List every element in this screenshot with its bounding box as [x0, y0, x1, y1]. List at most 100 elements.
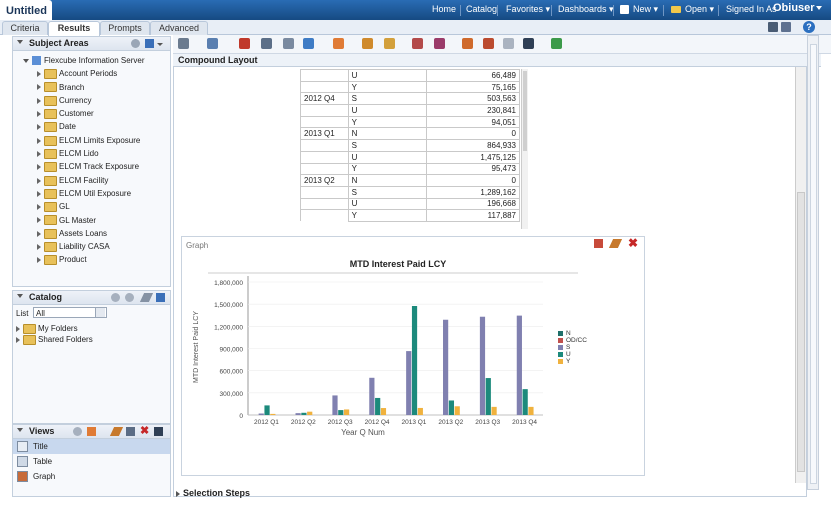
subject-area-label: Assets Loans [59, 228, 108, 238]
tab-advanced[interactable]: Advanced [150, 21, 208, 35]
subject-area-item[interactable]: Assets Loans [37, 227, 170, 240]
subject-area-item[interactable]: ELCM Track Exposure [37, 160, 170, 173]
edit-icon[interactable] [139, 293, 154, 302]
view-item[interactable]: Graph [13, 469, 170, 484]
copy-icon[interactable] [126, 427, 135, 436]
expand-icon [37, 244, 41, 251]
chevron-down-icon[interactable] [816, 6, 822, 10]
subject-area-item[interactable]: ELCM Facility [37, 174, 170, 187]
refresh-icon[interactable] [156, 293, 165, 302]
properties-icon[interactable] [594, 239, 603, 248]
catalog-list-select[interactable]: All [33, 307, 107, 318]
quarter-cell [300, 185, 349, 199]
subject-area-item[interactable]: Currency [37, 94, 170, 107]
user-menu[interactable]: Obiuser [773, 2, 815, 14]
dashboards-menu[interactable]: Dashboards ▾ [558, 4, 614, 15]
bar-s [332, 395, 338, 415]
duplicate-icon[interactable] [503, 38, 514, 49]
new-menu[interactable]: New ▾ [633, 4, 658, 15]
nav-divider [613, 5, 614, 16]
help-icon[interactable]: ? [803, 21, 815, 33]
import-icon[interactable] [551, 38, 562, 49]
catalog-folder-my[interactable]: My Folders [16, 323, 93, 334]
bar-u [301, 412, 307, 415]
column-selector-icon[interactable] [523, 38, 534, 49]
catalog-link[interactable]: Catalog [466, 4, 497, 14]
new-view-icon[interactable] [87, 427, 96, 436]
tree-root[interactable]: Flexcube Information Server [23, 54, 170, 67]
subject-area-item[interactable]: Branch [37, 81, 170, 94]
legend-swatch [558, 359, 563, 364]
new-view-icon[interactable] [333, 38, 344, 49]
chevron-down-icon[interactable] [95, 308, 105, 317]
folder-icon [44, 122, 57, 133]
search-results-icon[interactable] [125, 293, 134, 302]
selection-steps-bar[interactable]: Selection Steps [176, 488, 250, 498]
save-icon[interactable] [768, 22, 778, 32]
search-icon[interactable] [131, 39, 140, 48]
search-icon[interactable] [111, 293, 120, 302]
collapse-icon[interactable] [17, 40, 23, 44]
edit-icon[interactable] [608, 239, 623, 248]
remove-view-icon[interactable] [412, 38, 423, 49]
scroll-thumb[interactable] [810, 44, 817, 484]
compound-icon[interactable] [462, 38, 473, 49]
delete-icon[interactable]: ✖ [140, 425, 149, 438]
subject-area-item[interactable]: Account Periods [37, 67, 170, 80]
tab-prompts[interactable]: Prompts [100, 21, 150, 35]
category-cell: U [347, 69, 427, 82]
table-row: S 1,289,162 [300, 185, 521, 199]
tab-results[interactable]: Results [48, 21, 100, 36]
value-cell: 0 [425, 127, 521, 141]
subject-area-item[interactable]: ELCM Util Exposure [37, 187, 170, 200]
scroll-thumb[interactable] [797, 192, 805, 472]
show-xml-icon[interactable] [303, 38, 314, 49]
bar-u [522, 389, 528, 415]
narrative-icon[interactable] [434, 38, 445, 49]
value-cell: 1,289,162 [425, 185, 521, 199]
quarter-cell [300, 197, 349, 210]
delete-icon[interactable]: ✖ [628, 236, 638, 250]
chart-title: MTD Interest Paid LCY [350, 259, 447, 269]
favorites-menu[interactable]: Favorites ▾ [506, 4, 550, 15]
add-subject-area-icon[interactable] [145, 39, 154, 48]
properties-icon[interactable] [73, 427, 82, 436]
table-scrollbar[interactable] [521, 69, 528, 229]
x-tick-label: 2012 Q3 [328, 419, 353, 426]
folder-icon [44, 109, 57, 120]
expand-icon [37, 230, 41, 237]
print-preview-icon[interactable] [261, 38, 272, 49]
main-scrollbar[interactable] [795, 67, 806, 483]
format-icon[interactable] [384, 38, 395, 49]
folder-icon [44, 188, 57, 199]
subject-area-item[interactable]: Customer [37, 107, 170, 120]
rename-icon[interactable] [154, 427, 163, 436]
subject-area-item[interactable]: Product [37, 253, 170, 266]
page-scrollbar[interactable] [807, 35, 819, 490]
scroll-thumb[interactable] [523, 71, 527, 151]
edit-view-icon[interactable] [362, 38, 373, 49]
collapse-icon[interactable] [17, 294, 23, 298]
collapse-icon[interactable] [17, 428, 23, 432]
chevron-down-icon[interactable] [157, 43, 163, 46]
home-link[interactable]: Home [432, 4, 456, 14]
print-icon[interactable] [178, 38, 189, 49]
view-item[interactable]: Table [13, 454, 170, 469]
subject-area-item[interactable]: GL [37, 200, 170, 213]
subject-area-item[interactable]: Liability CASA [37, 240, 170, 253]
tab-criteria[interactable]: Criteria [2, 21, 48, 35]
catalog-folder-shared[interactable]: Shared Folders [16, 334, 93, 345]
refresh-results-icon[interactable] [239, 38, 250, 49]
subject-area-item[interactable]: GL Master [37, 214, 170, 227]
view-item[interactable]: Title [13, 439, 170, 454]
save-as-icon[interactable] [781, 22, 791, 32]
edit-icon[interactable] [109, 427, 124, 436]
open-menu[interactable]: Open ▾ [685, 4, 714, 15]
subject-area-item[interactable]: Date [37, 120, 170, 133]
table-row: Y 117,887 [300, 209, 521, 222]
subject-area-item[interactable]: ELCM Limits Exposure [37, 134, 170, 147]
schedule-icon[interactable] [283, 38, 294, 49]
selector-icon[interactable] [483, 38, 494, 49]
subject-area-item[interactable]: ELCM Lido [37, 147, 170, 160]
export-icon[interactable] [207, 38, 218, 49]
